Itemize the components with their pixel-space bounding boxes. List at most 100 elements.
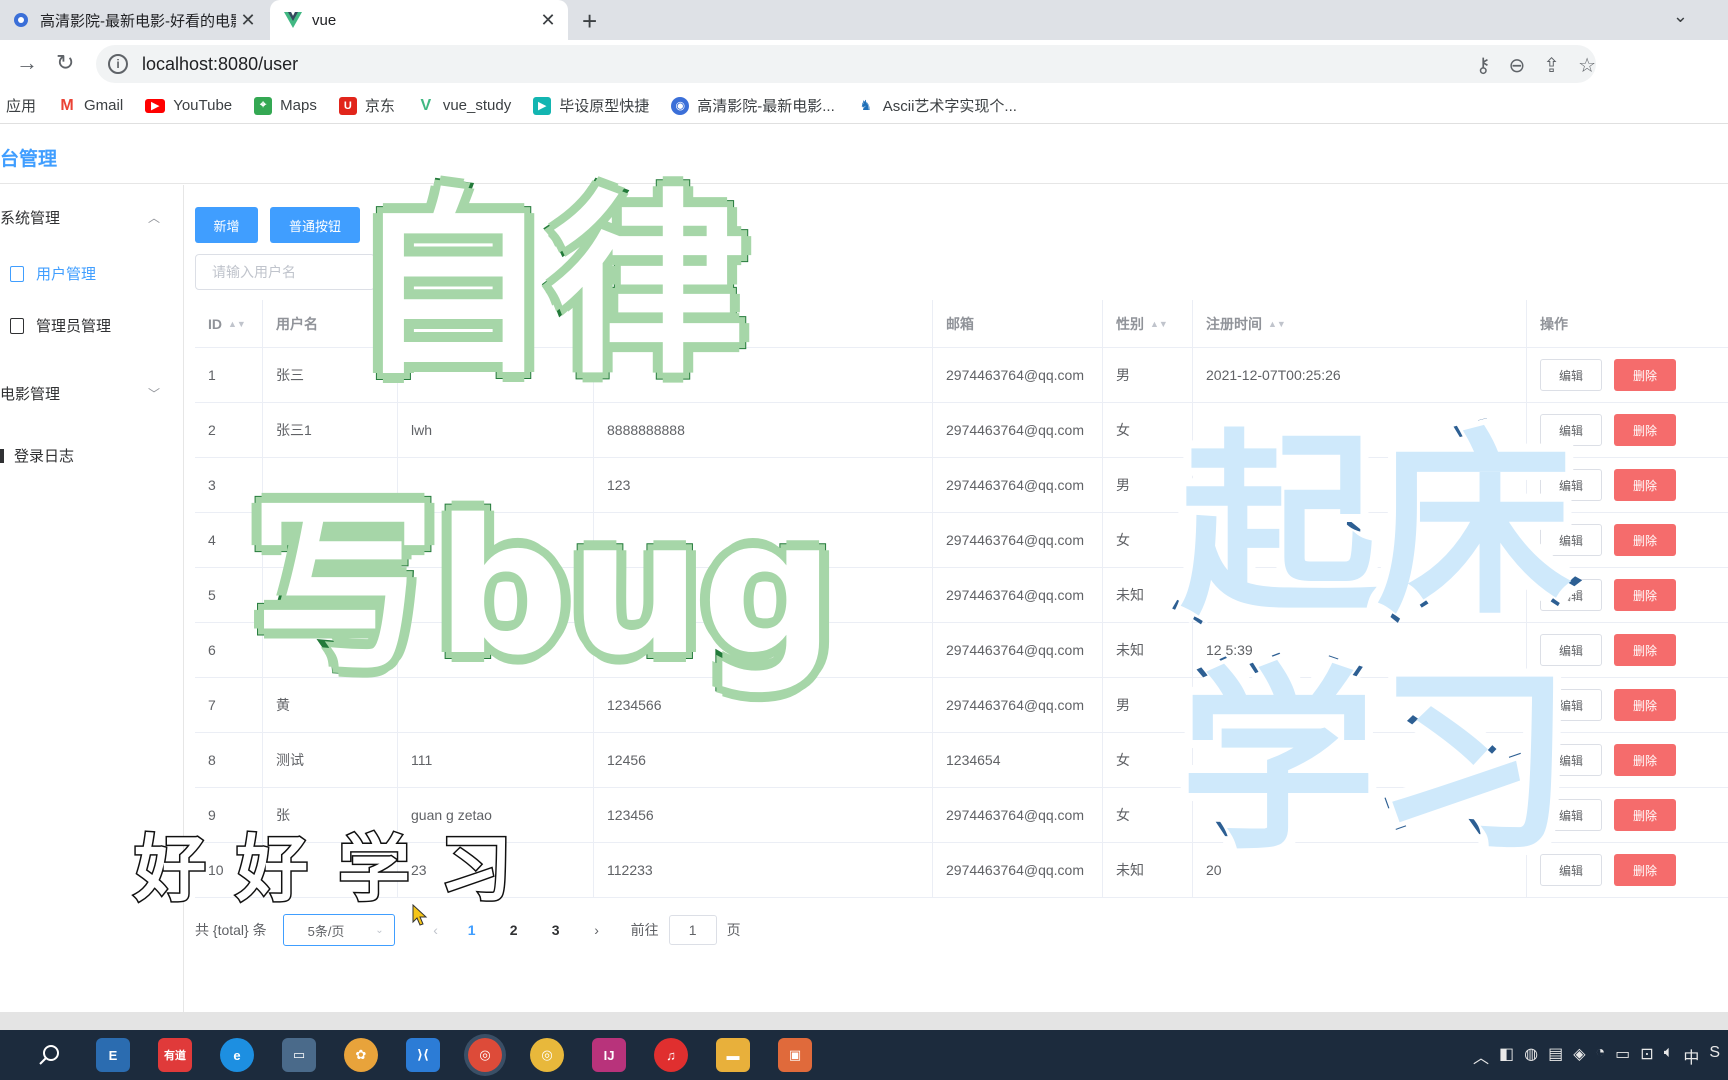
omnibox-actions: ⚷ ⊖ ⇪ ☆ bbox=[1476, 53, 1596, 78]
delete-button[interactable]: 删除 bbox=[1614, 579, 1676, 611]
movie-site-icon: ◉ bbox=[671, 96, 690, 115]
slides-icon[interactable]: ▣ bbox=[778, 1038, 812, 1072]
wechat-icon[interactable]: ◍ bbox=[1524, 1044, 1538, 1068]
tab-movie-site[interactable]: 高清影院-最新电影-好看的电影- ✕ bbox=[0, 0, 268, 40]
delete-button[interactable]: 删除 bbox=[1614, 634, 1676, 666]
tab-vue[interactable]: vue ✕ bbox=[270, 0, 568, 40]
header-email: 邮箱 bbox=[933, 300, 1103, 347]
horizontal-scrollbar[interactable] bbox=[0, 1012, 1728, 1030]
ime-indicator[interactable]: 中 bbox=[1683, 1044, 1699, 1068]
page-1[interactable]: 1 bbox=[451, 922, 493, 938]
delete-button[interactable]: 删除 bbox=[1614, 469, 1676, 501]
delete-button[interactable]: 删除 bbox=[1614, 524, 1676, 556]
key-icon[interactable]: ⚷ bbox=[1476, 53, 1491, 78]
cell-email: 2974463764@qq.com bbox=[933, 568, 1103, 622]
forward-arrow-icon[interactable]: → bbox=[16, 50, 38, 76]
page-3[interactable]: 3 bbox=[535, 922, 577, 938]
bookmark-movie-site[interactable]: ◉ 高清影院-最新电影... bbox=[671, 95, 835, 116]
sogou-icon[interactable]: S bbox=[1709, 1044, 1720, 1068]
network-icon[interactable]: ⊡ bbox=[1640, 1044, 1653, 1068]
sort-icon[interactable]: ▲▼ bbox=[1150, 319, 1168, 328]
share-icon[interactable]: ⇪ bbox=[1543, 53, 1560, 78]
bookmark-label: 毕设原型快捷 bbox=[559, 98, 650, 115]
menu-label: 系统管理 bbox=[0, 210, 61, 227]
vscode-icon[interactable]: ⟩⟨ bbox=[406, 1038, 440, 1072]
app-e-icon[interactable]: E bbox=[96, 1038, 130, 1072]
header-reg-time[interactable]: 注册时间 ▲▼ bbox=[1193, 300, 1527, 347]
bookmark-star-icon[interactable]: ☆ bbox=[1578, 53, 1596, 78]
bookmark-apps[interactable]: 应用 bbox=[6, 95, 36, 116]
bookmark-youtube[interactable]: ▶ YouTube bbox=[145, 97, 232, 114]
netease-music-icon[interactable]: ♫ bbox=[654, 1038, 688, 1072]
bookmark-maps[interactable]: ⌖ Maps bbox=[254, 96, 317, 115]
sort-icon[interactable]: ▲▼ bbox=[228, 319, 246, 328]
close-tab-icon[interactable]: ✕ bbox=[236, 10, 260, 31]
bookmark-ascii[interactable]: ♞ Ascii艺术字实现个... bbox=[857, 95, 1017, 116]
volume-icon[interactable]: 🔈︎ bbox=[1664, 1044, 1674, 1068]
menu-movie[interactable]: 电影管理 ﹀ bbox=[0, 383, 160, 404]
menu-system[interactable]: 系统管理 ︿ bbox=[0, 207, 160, 228]
header-actions: 操作 bbox=[1527, 300, 1728, 347]
tray-app-icon[interactable]: ◧ bbox=[1499, 1044, 1514, 1068]
zoom-icon[interactable]: ⊖ bbox=[1509, 53, 1526, 78]
edge-icon[interactable]: e bbox=[220, 1038, 254, 1072]
delete-button[interactable]: 删除 bbox=[1614, 854, 1676, 886]
sort-icon[interactable]: ▲▼ bbox=[1268, 319, 1286, 328]
cell-email: 2974463764@qq.com bbox=[933, 513, 1103, 567]
cell-nickname: 111 bbox=[398, 733, 594, 787]
tray-up-arrow-icon[interactable]: ︿ bbox=[1473, 1044, 1489, 1068]
delete-button[interactable]: 删除 bbox=[1614, 359, 1676, 391]
chrome-alt-icon[interactable]: ◎ bbox=[530, 1038, 564, 1072]
bookmark-vue-study[interactable]: Vvue_study bbox=[417, 97, 512, 115]
menu-admin-management[interactable]: 管理员管理 bbox=[10, 315, 111, 336]
reload-icon[interactable]: ↻ bbox=[56, 50, 74, 76]
header-gender[interactable]: 性别 ▲▼ bbox=[1103, 300, 1193, 347]
normal-button[interactable]: 普通按钮 bbox=[270, 207, 360, 243]
cell-email: 2974463764@qq.com bbox=[933, 458, 1103, 512]
tray-folder-icon[interactable]: ▤ bbox=[1548, 1044, 1563, 1068]
delete-button[interactable]: 删除 bbox=[1614, 799, 1676, 831]
goto-page-input[interactable]: 1 bbox=[668, 915, 717, 945]
qq-icon[interactable]: ◔ bbox=[1596, 1044, 1606, 1068]
intellij-icon[interactable]: IJ bbox=[592, 1038, 626, 1072]
shield-icon[interactable]: ◈ bbox=[1573, 1044, 1585, 1068]
search-icon[interactable] bbox=[32, 1038, 66, 1072]
page-2[interactable]: 2 bbox=[493, 922, 535, 938]
tab-title: 高清影院-最新电影-好看的电影- bbox=[40, 12, 236, 30]
chrome-icon[interactable]: ◎ bbox=[468, 1038, 502, 1072]
close-tab-icon[interactable]: ✕ bbox=[536, 10, 560, 31]
new-tab-icon[interactable]: + bbox=[582, 6, 597, 37]
pagination: 共 {total} 条 5条/页 ⌄ ‹ 1 2 3 › 前往 1 页 bbox=[195, 912, 741, 948]
menu-user-management[interactable]: 用户管理 bbox=[10, 263, 96, 284]
site-info-icon[interactable]: i bbox=[108, 54, 128, 74]
paint-icon[interactable]: ✿ bbox=[344, 1038, 378, 1072]
app-title: 台管理 bbox=[0, 149, 58, 170]
page-size-select[interactable]: 5条/页 ⌄ bbox=[282, 914, 395, 946]
folder-icon[interactable]: ▬ bbox=[716, 1038, 750, 1072]
chevron-up-icon: ︿ bbox=[148, 211, 161, 225]
cell-email: 2974463764@qq.com bbox=[933, 678, 1103, 732]
menu-login-log[interactable]: 登录日志 bbox=[0, 445, 74, 466]
bookmark-label: Ascii艺术字实现个... bbox=[882, 98, 1017, 115]
tab-search-chevron-icon[interactable]: ⌄ bbox=[1673, 6, 1688, 27]
chevron-down-icon: ⌄ bbox=[375, 924, 384, 936]
computer-icon[interactable]: ▭ bbox=[282, 1038, 316, 1072]
battery-icon[interactable]: ▭ bbox=[1615, 1044, 1630, 1068]
menu-label: 用户管理 bbox=[36, 266, 97, 283]
cell-email: 2974463764@qq.com bbox=[933, 843, 1103, 897]
next-page-icon[interactable]: › bbox=[577, 922, 617, 938]
overlay-study-hard: 好好学习 bbox=[132, 826, 543, 913]
address-bar[interactable]: i localhost:8080/user ⚷ ⊖ ⇪ ☆ bbox=[96, 45, 1596, 83]
bookmark-prototype[interactable]: ▶ 毕设原型快捷 bbox=[533, 95, 649, 116]
delete-button[interactable]: 删除 bbox=[1614, 689, 1676, 721]
bookmark-jd[interactable]: U 京东 bbox=[338, 95, 395, 116]
delete-button[interactable]: 删除 bbox=[1614, 414, 1676, 446]
youdao-icon[interactable]: 有道 bbox=[158, 1038, 192, 1072]
header-label: 操作 bbox=[1540, 315, 1568, 332]
delete-button[interactable]: 删除 bbox=[1614, 744, 1676, 776]
header-id[interactable]: ID ▲▼ bbox=[195, 300, 263, 347]
overlay-self-discipline: 自律 bbox=[347, 166, 753, 408]
bookmark-gmail[interactable]: M Gmail bbox=[58, 97, 123, 115]
username-search-input[interactable]: 请输入用户名 bbox=[195, 254, 375, 290]
add-button[interactable]: 新增 bbox=[195, 207, 258, 243]
